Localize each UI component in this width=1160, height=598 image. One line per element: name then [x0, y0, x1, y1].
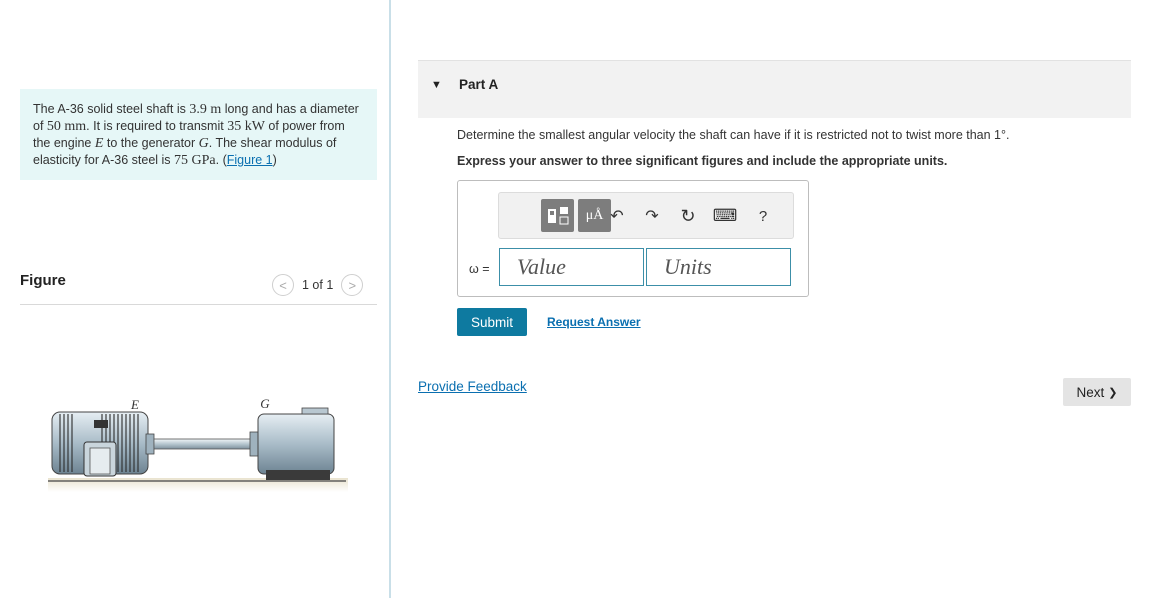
diameter-value: 50	[46, 119, 61, 134]
length-unit: m	[210, 102, 222, 117]
figure-heading: Figure	[20, 272, 66, 289]
panel-divider	[389, 0, 391, 598]
figure-divider	[20, 304, 377, 305]
generator-label: G	[260, 396, 270, 411]
engine-label: E	[130, 397, 139, 412]
power-value: 35	[227, 119, 242, 134]
shear-modulus-unit: GPa	[191, 153, 216, 168]
redo-icon[interactable]: ↷	[641, 205, 663, 227]
generator-handle	[301, 407, 329, 415]
problem-text: to the generator	[103, 136, 199, 150]
diameter-unit: mm	[64, 119, 87, 134]
answer-instruction: Express your answer to three significant…	[457, 154, 948, 168]
problem-panel: The A-36 solid steel shaft is 3.9 m long…	[0, 0, 390, 598]
engine-generator-figure: E G	[48, 396, 348, 492]
help-icon[interactable]: ?	[752, 205, 774, 227]
units-input[interactable]	[646, 248, 791, 286]
next-figure-button[interactable]: >	[341, 274, 364, 296]
question-text: Determine the smallest angular velocity …	[457, 128, 1010, 142]
provide-feedback-link[interactable]: Provide Feedback	[418, 379, 527, 394]
generator-symbol: G	[198, 136, 209, 151]
undo-icon[interactable]: ↶	[606, 205, 628, 227]
answer-box: μÅ ↶ ↷ ↻ ⌨ ? ω =	[457, 180, 809, 297]
problem-text: . (	[215, 153, 227, 167]
value-input[interactable]	[499, 248, 644, 286]
figure-page-count: 1 of 1	[302, 278, 334, 292]
figure-pager: < 1 of 1 >	[272, 274, 364, 296]
engine-flange	[145, 433, 155, 455]
steel-shaft	[153, 438, 259, 450]
previous-figure-button[interactable]: <	[272, 274, 294, 296]
reset-icon[interactable]: ↻	[677, 205, 699, 227]
next-label: Next	[1076, 384, 1105, 400]
generator-body	[257, 413, 335, 475]
problem-text: )	[272, 153, 277, 167]
templates-icon	[547, 206, 568, 224]
figure-link[interactable]: Figure 1	[227, 153, 273, 167]
chevron-right-icon: >	[348, 277, 357, 293]
request-answer-link[interactable]: Request Answer	[547, 315, 641, 329]
chevron-right-icon: ❯	[1108, 386, 1118, 399]
shear-modulus-value: 75	[174, 153, 189, 168]
floor-shadow	[48, 478, 348, 492]
part-title: Part A	[459, 77, 499, 92]
engine-nameplate	[94, 420, 108, 428]
problem-text: The A-36 solid steel shaft is	[33, 102, 190, 116]
collapse-caret-icon[interactable]: ▼	[431, 79, 442, 91]
power-unit: kW	[244, 119, 265, 134]
problem-text: . It is required to transmit	[86, 119, 228, 133]
math-toolbar: μÅ ↶ ↷ ↻ ⌨ ?	[498, 192, 794, 239]
chevron-left-icon: <	[279, 277, 287, 293]
units-icon: μÅ	[585, 207, 604, 223]
problem-statement: The A-36 solid steel shaft is 3.9 m long…	[20, 89, 377, 180]
part-a-header[interactable]: ▼ Part A	[418, 60, 1131, 118]
length-value: 3.9	[189, 102, 207, 117]
answer-variable-label: ω =	[469, 262, 490, 276]
submit-button[interactable]: Submit	[457, 308, 527, 336]
keyboard-icon[interactable]: ⌨	[713, 205, 738, 227]
next-button[interactable]: Next ❯	[1063, 378, 1131, 406]
generator-base	[266, 470, 330, 480]
templates-button[interactable]	[541, 199, 574, 232]
